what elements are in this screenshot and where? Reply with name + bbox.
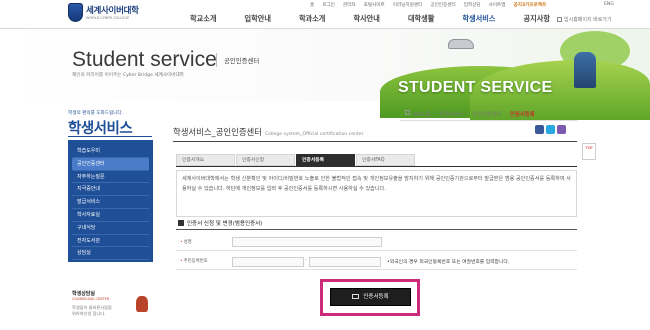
sidebar-item-cafeteria[interactable]: 구내식당 xyxy=(72,222,149,235)
form-section-label: 인증서 신청 및 변경(범용인증서) xyxy=(187,221,263,227)
admission-home-label: 입시홈페이지 바로가기 xyxy=(564,17,612,23)
breadcrumb-item-cert-center[interactable]: 공인인증센터 xyxy=(472,110,502,118)
gnb-item-academics[interactable]: 학사안내 xyxy=(353,14,379,28)
rrn-label: •주민등록번호 xyxy=(180,259,208,264)
util-link-cert-center[interactable]: 공인인증센터 xyxy=(430,2,455,12)
rrn-back-input[interactable] xyxy=(309,257,381,267)
rrn-note: •외국인의 경우 외국인등록번호 또는 여권번호를 입력합니다. xyxy=(387,260,510,265)
main-nav: 학교소개 입학안내 학과소개 학사안내 대학생활 학생서비스 공지사항 xyxy=(190,14,550,28)
register-cert-label: 인증서등록 xyxy=(363,294,389,300)
rrn-dash: - xyxy=(305,257,307,263)
monitor-icon xyxy=(352,294,360,299)
name-input[interactable] xyxy=(232,237,382,247)
car-illustration xyxy=(448,39,474,49)
logo-name: 세계사이버대학 xyxy=(86,6,139,16)
title-divider xyxy=(173,141,577,142)
gnb-item-notice[interactable]: 공지사항 xyxy=(524,14,550,28)
college-logo[interactable]: 세계사이버대학 WORLD CYBER COLLEGE xyxy=(68,3,148,25)
register-cert-button[interactable]: 인증서등록 xyxy=(330,288,411,306)
college-emblem-icon xyxy=(68,3,83,22)
form-top-border xyxy=(176,229,577,230)
util-link-portal[interactable]: 포털사이트 xyxy=(364,2,385,12)
bullet-square-icon xyxy=(178,220,184,226)
banner-subtitle: 공인인증센터 xyxy=(224,57,260,65)
tab-cert-register[interactable]: 인증서등록 xyxy=(296,154,355,166)
util-link-elearning[interactable]: 이러닝지원센터 xyxy=(393,2,423,12)
tab-cert-apply[interactable]: 인증서신청 xyxy=(236,154,295,166)
sidebar-menu: 학습도우미 공인인증센터 자주하는질문 지극증안내 발급서비스 학사자료실 구내… xyxy=(68,140,153,262)
counseling-title: 학생상담실 xyxy=(72,291,96,297)
tab-cert-faq[interactable]: 인증서FAQ xyxy=(356,154,415,166)
home-icon xyxy=(405,110,410,115)
page-title-en: College system_Official certification ce… xyxy=(264,132,364,137)
sidebar-item-faq[interactable]: 자주하는질문 xyxy=(72,171,149,184)
sidebar-item-guide[interactable]: 지극증안내 xyxy=(72,183,149,197)
gnb-item-admission[interactable]: 입학안내 xyxy=(244,14,270,28)
form-section-title: 인증서 신청 및 변경(범용인증서) xyxy=(178,219,262,227)
gnb-item-student-service[interactable]: 학생서비스 xyxy=(462,14,495,28)
lantern-icon xyxy=(136,296,148,312)
notice-box: 세계사이버대학에서는 학생 신분확인 및 아이디/비밀번호 노출로 인한 불법적… xyxy=(176,170,577,217)
util-link-login[interactable]: 로그인 xyxy=(322,2,335,12)
gnb-item-campus-life[interactable]: 대학생활 xyxy=(408,14,434,28)
cert-tabs: 인증서개요 인증서신청 인증서등록 인증서FAQ xyxy=(176,154,416,166)
breadcrumb-item-student-service[interactable]: 학생서비스 xyxy=(439,110,464,118)
util-link-sitemap[interactable]: 사이트맵 xyxy=(489,2,506,12)
students-illustration xyxy=(574,52,596,88)
rrn-front-input[interactable] xyxy=(232,257,304,267)
form-row-name: •성명 xyxy=(176,235,577,251)
sidebar-item-cert-center[interactable]: 공인인증센터 xyxy=(72,157,149,171)
sidebar-item-learning-help[interactable]: 학습도우미 xyxy=(72,145,149,158)
lang-link[interactable]: ENG xyxy=(604,2,614,7)
admission-home-link[interactable]: 입시홈페이지 바로가기 xyxy=(557,16,612,23)
util-link-home[interactable]: 홈 xyxy=(310,2,314,12)
facebook-icon[interactable] xyxy=(535,125,544,134)
sidebar-item-counseling[interactable]: 상담실 xyxy=(72,247,149,261)
page-title: 학생서비스_공인인증센터 College system_Official cert… xyxy=(173,126,363,138)
banner-title: Student service xyxy=(72,48,217,71)
tab-cert-overview[interactable]: 인증서개요 xyxy=(176,154,235,166)
tab-underline xyxy=(176,166,577,167)
banner-description: 제인의 커리어를 이어주는 Cyber Bridge 세계사이버대학 xyxy=(72,73,184,78)
banner-stamp: STUDENT SERVICE xyxy=(398,79,553,96)
util-link-project[interactable]: 공지3기프로젝트 xyxy=(514,2,547,12)
banner-divider xyxy=(216,53,217,67)
utility-nav: 홈 로그인 관리자 포털사이트 이러닝지원센터 공인인증센터 입학상담 사이트맵… xyxy=(310,2,546,12)
breadcrumb-item-current: 인증서등록 xyxy=(509,112,535,118)
sidebar-title: 학생서비스 xyxy=(68,121,133,137)
sidebar-title-underline xyxy=(68,136,152,137)
counseling-subtitle: COUNSELING CENTER xyxy=(72,297,110,301)
sidebar-item-issuance[interactable]: 발급서비스 xyxy=(72,196,149,209)
sidebar-item-library[interactable]: 전자도서관 xyxy=(72,235,149,248)
page-title-ko: 학생서비스_공인인증센터 xyxy=(173,127,262,137)
breadcrumb-divider xyxy=(400,120,577,121)
messenger-icon[interactable] xyxy=(557,125,566,134)
gnb-item-about[interactable]: 학교소개 xyxy=(190,14,216,28)
breadcrumb: WCC홈 › 학생서비스 › 공인인증센터 › 인증서등록 xyxy=(405,110,535,118)
sidebar-item-resources[interactable]: 학사자료실 xyxy=(72,209,149,222)
util-link-admission-consult[interactable]: 입학상담 xyxy=(464,2,481,12)
logo-sub: WORLD CYBER COLLEGE xyxy=(86,16,130,20)
page: 세계사이버대학 WORLD CYBER COLLEGE 홈 로그인 관리자 포털… xyxy=(0,0,650,330)
rrn-label-text: 주민등록번호 xyxy=(183,259,208,264)
twitter-icon[interactable] xyxy=(546,125,555,134)
counseling-text-2: 위하여선생 합니다. xyxy=(72,311,106,316)
top-button[interactable]: TOP xyxy=(582,143,596,160)
name-label-text: 성명 xyxy=(183,240,192,245)
form-row-rrn: •주민등록번호 - •외국인의 경우 외국인등록번호 또는 여권번호를 입력합니… xyxy=(176,254,577,270)
home-icon xyxy=(557,17,562,22)
name-label: •성명 xyxy=(180,240,192,245)
breadcrumb-item-home[interactable]: WCC홈 xyxy=(413,110,431,118)
gnb-item-departments[interactable]: 학과소개 xyxy=(299,14,325,28)
sns-share xyxy=(535,125,566,134)
util-link-admin[interactable]: 관리자 xyxy=(343,2,356,12)
sidebar-caption: 학생의 편의를 도와드립니다. xyxy=(68,111,124,116)
